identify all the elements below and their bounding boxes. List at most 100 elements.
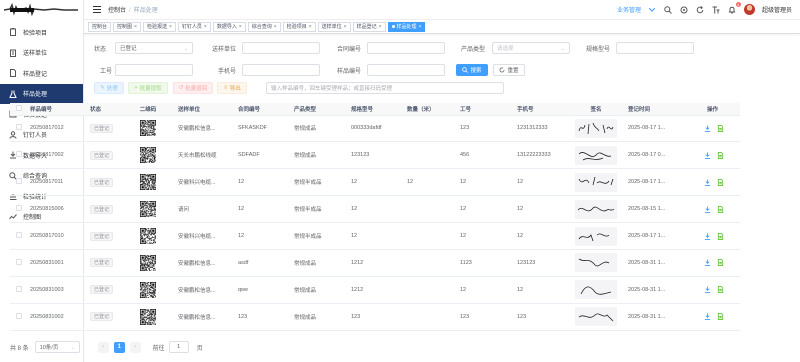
tab-3[interactable]: 钉钉人员 × <box>177 21 211 32</box>
table-row[interactable]: 20250831003 已登记 安徽鹏松信息... qwe 常规成品 1212 12 12 20… <box>10 276 740 304</box>
batch-return-button[interactable]: ↺ 批量退回 <box>173 82 213 94</box>
row-checkbox[interactable] <box>15 258 22 265</box>
prev-page-button[interactable]: ‹ <box>97 341 109 353</box>
fullscreen-icon[interactable] <box>680 5 689 14</box>
process-icon[interactable] <box>704 206 711 213</box>
operations-cell <box>685 195 740 224</box>
hamburger-icon[interactable] <box>92 5 102 15</box>
document-icon[interactable] <box>717 205 724 213</box>
refresh-icon[interactable] <box>696 5 705 14</box>
search-button[interactable]: 搜索 <box>456 64 488 76</box>
row-checkbox[interactable] <box>15 124 22 131</box>
column-header: 状态 <box>87 103 121 116</box>
chevron-down-icon: ⌄ <box>560 46 565 52</box>
qty-cell <box>404 303 457 331</box>
breadcrumb-home[interactable]: 控制台 <box>108 8 126 14</box>
spec-input[interactable] <box>616 42 694 54</box>
process-icon[interactable] <box>704 232 711 240</box>
goto-page-input[interactable]: 1 <box>168 341 189 353</box>
unit-input[interactable] <box>242 42 320 54</box>
document-icon[interactable] <box>717 259 724 267</box>
batch-extract-button[interactable]: + 批量提取 <box>128 82 168 94</box>
table-row[interactable]: 20250817012 已登记 安徽鹏松信息... SFKASKDF 常规成品 00033… <box>10 115 740 143</box>
page-number[interactable]: 1 <box>113 341 125 353</box>
spec-cell: 1212 <box>348 276 404 304</box>
font-size-icon[interactable] <box>712 5 721 14</box>
scan-input[interactable]: 输入样品编号，回车键受理样品；或直接扫码受理 <box>266 82 504 94</box>
document-icon[interactable] <box>717 151 724 159</box>
close-icon[interactable]: × <box>239 24 242 30</box>
row-checkbox[interactable] <box>15 285 22 292</box>
sidebar-item-0[interactable]: 检验项目 <box>0 22 83 43</box>
user-name[interactable]: 超级管理员 <box>762 5 792 14</box>
status-cell: 已登记 <box>87 195 121 224</box>
tab-4[interactable]: 数据导入 × <box>212 21 246 32</box>
row-checkbox[interactable] <box>15 232 22 238</box>
table-row[interactable]: 20250831001 已登记 安徽鹏松信息... asdf 常规成品 1212 1123 1… <box>10 249 740 277</box>
reset-button-label: 重置 <box>507 68 519 74</box>
worker-input[interactable] <box>115 64 193 76</box>
row-checkbox[interactable] <box>15 151 22 158</box>
table-row[interactable]: 20250831002 已登记 安徽鹏松信息... 123 常规成品 123 123 123 2… <box>10 303 740 331</box>
table-row[interactable]: 20250817011 已登记 安徽科兴电缆... 12 常规半成品 12 12 12 12 20… <box>10 168 740 197</box>
product-type-select[interactable]: 请选择 ⌄ <box>492 42 570 54</box>
document-icon[interactable] <box>717 232 724 240</box>
reset-button[interactable]: 重置 <box>493 64 525 76</box>
sample-input[interactable] <box>367 64 445 76</box>
tab-6[interactable]: 检验项目 × <box>282 21 316 32</box>
table-row[interactable]: 20250817010 已登记 安徽科兴电缆... 12 常规半成品 12 12 12 2025… <box>10 222 740 250</box>
sidebar-item-3[interactable]: 样品处理 <box>0 83 83 104</box>
close-icon[interactable]: × <box>204 24 207 30</box>
process-icon[interactable] <box>704 125 711 132</box>
process-icon[interactable] <box>704 286 711 294</box>
select-all-checkbox[interactable] <box>15 104 22 111</box>
row-checkbox[interactable] <box>15 205 22 212</box>
tab-5[interactable]: 综合查询 × <box>247 21 281 32</box>
time-cell: 2025-08-17 1... <box>625 222 685 250</box>
next-page-button[interactable]: › <box>129 341 141 353</box>
operations-cell <box>685 222 740 250</box>
export-button[interactable]: ⇩ 导出 <box>217 82 247 94</box>
document-icon[interactable] <box>717 313 724 321</box>
close-icon[interactable]: × <box>169 24 172 30</box>
close-icon[interactable]: × <box>379 24 382 30</box>
document-icon[interactable] <box>717 286 724 294</box>
qr-cell <box>121 276 175 304</box>
tab-label: 数据导入 <box>216 24 237 30</box>
bell-icon[interactable]: 1 <box>728 2 741 14</box>
table-row[interactable]: 20250815006 已登记 请问 12 常规半成品 12 12 12 2025-08-15 … <box>10 195 740 224</box>
select-all-header <box>10 103 27 116</box>
tab-8[interactable]: 样品登记 × <box>352 21 386 32</box>
search-icon[interactable] <box>664 5 673 14</box>
close-icon[interactable]: × <box>419 24 422 30</box>
process-button[interactable]: ✎ 处理 <box>94 82 124 94</box>
sidebar-item-2[interactable]: 样品登记 <box>0 63 83 84</box>
table-row[interactable]: 20250817002 已登记 天长市鹏松线缆 SDFADF 常规成品 123123 456… <box>10 141 740 170</box>
avatar[interactable] <box>743 4 755 15</box>
close-icon[interactable]: × <box>309 24 312 30</box>
business-menu[interactable]: 业务管理 <box>617 5 641 14</box>
document-icon[interactable] <box>717 124 724 132</box>
tab-1[interactable]: 控制图 × <box>113 21 141 32</box>
process-icon[interactable] <box>704 313 711 321</box>
tab-0[interactable]: 控制台 <box>88 21 112 32</box>
signature-cell <box>567 303 625 331</box>
tab-7[interactable]: 送样单位 × <box>317 21 351 32</box>
page-size-select[interactable]: 10条/页 ⌄ <box>34 341 80 353</box>
process-icon[interactable] <box>704 259 711 267</box>
close-icon[interactable]: × <box>274 24 277 30</box>
status-select[interactable]: 已登记 ⌄ <box>115 42 193 54</box>
phone-input[interactable] <box>242 64 320 76</box>
sidebar-item-1[interactable]: 送样单位 <box>0 43 83 64</box>
close-icon[interactable]: × <box>344 24 347 30</box>
tab-2[interactable]: 检验报送 × <box>142 21 176 32</box>
row-checkbox[interactable] <box>15 312 22 319</box>
tab-9[interactable]: 样品处理 × <box>387 21 426 32</box>
row-select-cell <box>10 195 27 224</box>
process-icon[interactable] <box>704 179 711 186</box>
close-icon[interactable]: × <box>134 24 137 30</box>
contract-input[interactable] <box>367 42 445 54</box>
document-icon[interactable] <box>717 178 724 186</box>
row-checkbox[interactable] <box>15 178 22 185</box>
process-icon[interactable] <box>704 152 711 159</box>
